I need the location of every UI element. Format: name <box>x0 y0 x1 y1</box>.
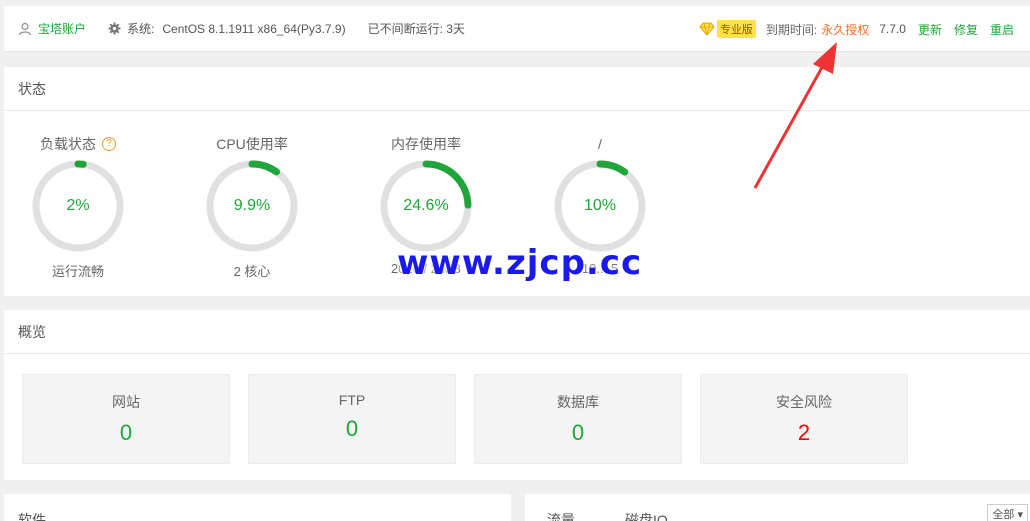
card-value[interactable]: 0 <box>249 416 455 442</box>
gear-icon <box>108 22 121 35</box>
filter-select[interactable]: 全部 ▾ <box>987 504 1028 521</box>
version-number: 7.7.0 <box>879 22 906 36</box>
edition-label: 专业版 <box>716 20 756 38</box>
gauge-ring: 10% <box>553 159 647 253</box>
status-title: 状态 <box>4 67 1030 111</box>
card-value[interactable]: 2 <box>701 420 907 446</box>
gauge-value: 9.9% <box>233 197 271 214</box>
gauge-label: 内存使用率 <box>391 136 461 152</box>
card-security-risk[interactable]: 安全风险 2 <box>700 374 908 464</box>
gauge-value: 2% <box>66 197 90 214</box>
gauge-ring: 2% <box>31 159 125 253</box>
edition-badge: 专业版 <box>699 20 756 38</box>
card-label: 安全风险 <box>776 394 832 410</box>
card-value[interactable]: 0 <box>475 420 681 446</box>
gauge-sub: 2 核心 <box>233 264 271 279</box>
account-link[interactable]: 宝塔账户 <box>18 20 86 37</box>
gauge-label: 负载状态 <box>40 136 96 152</box>
user-icon <box>18 22 32 35</box>
card-label: 网站 <box>112 394 140 410</box>
system-value: CentOS 8.1.1911 x86_64(Py3.7.9) <box>162 21 346 36</box>
software-panel: 软件 <box>4 494 511 521</box>
card-value[interactable]: 0 <box>23 420 229 446</box>
uptime: 已不间断运行: 3天 <box>368 20 465 37</box>
gauge-ring: 24.6% <box>379 159 473 253</box>
traffic-panel: 流量 磁盘IO 全部 ▾ <box>525 494 1030 521</box>
repair-link[interactable]: 修复 <box>954 21 978 38</box>
software-title: 软件 <box>18 512 46 521</box>
card-label: 数据库 <box>557 394 599 410</box>
account-label[interactable]: 宝塔账户 <box>38 20 86 37</box>
overview-panel: 概览 网站 0 FTP 0 数据库 0 安全风险 2 <box>4 310 1030 480</box>
card-ftp[interactable]: FTP 0 <box>248 374 456 464</box>
gauge-sub: 运行流畅 <box>51 264 104 279</box>
annotation-arrow-icon <box>753 42 837 189</box>
uptime-text: 已不间断运行: 3天 <box>367 22 465 36</box>
system-info: 系统: CentOS 8.1.1911 x86_64(Py3.7.9) <box>108 20 346 37</box>
help-icon[interactable]: ? <box>102 137 116 151</box>
gauge-value: 10% <box>583 197 617 214</box>
tab-disk-io[interactable]: 磁盘IO <box>625 510 668 521</box>
card-label: FTP <box>338 392 366 408</box>
gauge-label: / <box>598 136 602 152</box>
watermark-text: www.zjcp.cc <box>397 243 643 283</box>
restart-link[interactable]: 重启 <box>990 21 1014 38</box>
card-database[interactable]: 数据库 0 <box>474 374 682 464</box>
top-bar: 宝塔账户 系统: CentOS 8.1.1911 x86_64(Py3.7.9)… <box>4 6 1030 52</box>
overview-title: 概览 <box>4 310 1030 354</box>
gauge-ring: 9.9% <box>205 159 299 253</box>
diamond-icon <box>699 22 715 36</box>
expire-label: 到期时间: <box>765 22 818 37</box>
card-website[interactable]: 网站 0 <box>22 374 230 464</box>
gauge-value: 24.6% <box>403 197 449 214</box>
expire-value: 永久授权 <box>821 22 870 37</box>
gauge-load[interactable]: 负载状态? 2% 运行流畅 <box>28 133 128 280</box>
gauge-label: CPU使用率 <box>216 136 288 152</box>
update-link[interactable]: 更新 <box>918 21 942 38</box>
gauge-cpu[interactable]: CPU使用率 9.9% 2 核心 <box>202 133 302 280</box>
tab-traffic[interactable]: 流量 <box>547 510 575 521</box>
filter-select-value: 全部 <box>992 509 1015 521</box>
system-prefix: 系统: <box>127 22 155 36</box>
